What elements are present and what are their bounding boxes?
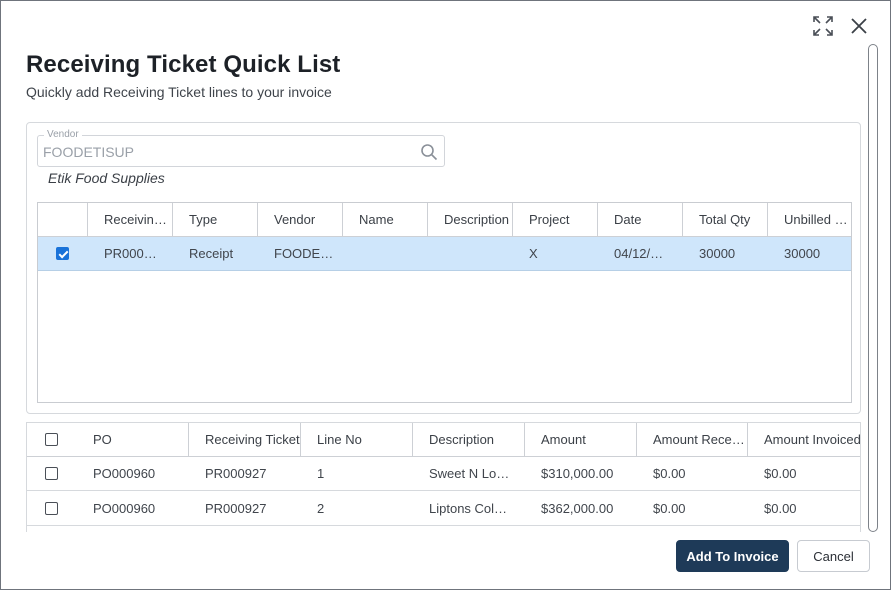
column-header[interactable]: Amount Received — [637, 423, 748, 457]
column-header[interactable]: Amount Invoiced — [748, 423, 860, 457]
table-cell: 30000 — [784, 246, 821, 261]
quick-list-dialog: Receiving Ticket Quick List Quickly add … — [0, 0, 891, 590]
table-cell: $0.00 — [653, 466, 686, 481]
column-header[interactable]: Receiving Ticket — [189, 423, 301, 457]
table-cell: FOODE… — [274, 246, 334, 261]
column-header[interactable]: Name — [343, 203, 428, 237]
receiving-ticket-panel: Vendor FOODETISUP Etik Food Supplies Rec… — [26, 122, 861, 414]
dialog-controls — [812, 15, 870, 37]
table-row[interactable]: PR000… Receipt FOODE… X 04/12/… 30000 30… — [38, 237, 851, 271]
table-cell: Liptons Cold… — [429, 501, 513, 516]
table-cell: 2 — [317, 501, 325, 516]
cancel-button[interactable]: Cancel — [797, 540, 870, 572]
dialog-subtitle: Quickly add Receiving Ticket lines to yo… — [26, 84, 332, 100]
column-header[interactable]: Vendor — [258, 203, 343, 237]
table-row[interactable]: PO000960 PR000927 2 Liptons Cold… $362,0… — [27, 492, 860, 526]
close-icon[interactable] — [848, 15, 870, 37]
column-header[interactable]: Description — [413, 423, 525, 457]
vendor-label: Vendor — [44, 129, 82, 141]
vendor-name: Etik Food Supplies — [48, 170, 165, 186]
table-cell — [428, 237, 513, 271]
vendor-value: FOODETISUP — [43, 144, 135, 160]
search-icon[interactable] — [420, 143, 438, 161]
table-cell: PR000… — [104, 246, 157, 261]
column-header[interactable]: Project — [513, 203, 598, 237]
table-cell: $310,000.00 — [541, 466, 614, 481]
table-cell: PO000960 — [93, 501, 156, 516]
table-cell: $0.00 — [764, 501, 797, 516]
table-cell: $0.00 — [764, 466, 797, 481]
grid-header: PO Receiving Ticket Line No Description … — [27, 423, 860, 457]
column-header[interactable]: Total Qty — [683, 203, 768, 237]
column-header[interactable]: Unbilled Qua — [768, 203, 851, 237]
table-cell: 1 — [317, 466, 325, 481]
table-cell: $0.00 — [653, 501, 686, 516]
table-cell: PO000960 — [93, 466, 156, 481]
column-header[interactable]: Date — [598, 203, 683, 237]
receiving-lines-grid: PO Receiving Ticket Line No Description … — [26, 422, 861, 532]
table-cell: 04/12/… — [614, 246, 664, 261]
table-cell — [343, 237, 428, 271]
expand-icon[interactable] — [812, 15, 834, 37]
column-header[interactable]: Description — [428, 203, 513, 237]
table-cell: PR000927 — [205, 466, 267, 481]
column-header[interactable]: Receiving Nu — [88, 203, 173, 237]
scrollbar-thumb[interactable] — [870, 46, 876, 530]
column-header[interactable]: PO — [77, 423, 189, 457]
table-cell: PR000927 — [205, 501, 267, 516]
row-checkbox[interactable] — [45, 467, 58, 480]
column-header[interactable]: Line No — [301, 423, 413, 457]
table-row[interactable]: PO000960 PR000927 1 Sweet N Lo… $310,000… — [27, 457, 860, 491]
table-cell: 30000 — [699, 246, 736, 261]
column-header[interactable]: Amount — [525, 423, 637, 457]
receiving-tickets-grid: Receiving Nu Type Vendor Name Descriptio… — [37, 202, 852, 403]
vendor-field[interactable]: Vendor FOODETISUP — [37, 129, 445, 167]
table-cell: Receipt — [189, 246, 234, 261]
vertical-scrollbar[interactable] — [868, 44, 878, 532]
dialog-title: Receiving Ticket Quick List — [26, 51, 341, 78]
table-cell: Sweet N Lo… — [429, 466, 510, 481]
table-cell: X — [529, 246, 538, 261]
select-all-checkbox[interactable] — [45, 433, 58, 446]
select-column-header — [38, 203, 88, 237]
row-checkbox[interactable] — [45, 502, 58, 515]
table-cell: $362,000.00 — [541, 501, 614, 516]
row-checkbox[interactable] — [56, 247, 69, 260]
grid-header: Receiving Nu Type Vendor Name Descriptio… — [38, 203, 851, 237]
column-header[interactable]: Type — [173, 203, 258, 237]
add-to-invoice-button[interactable]: Add To Invoice — [676, 540, 789, 572]
